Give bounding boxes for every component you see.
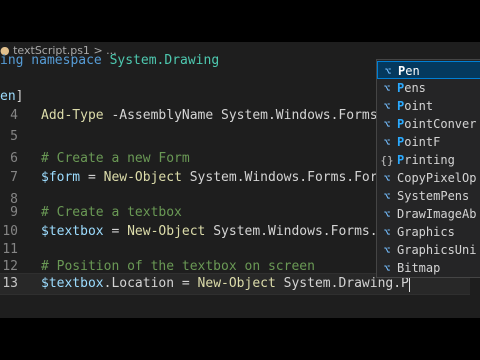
line-number: 13 (2, 276, 18, 291)
suggestion-label: PointConver (397, 117, 476, 131)
suggestion-text: SystemPens (397, 189, 470, 203)
suggestion-item[interactable]: ⌥ Pens (377, 79, 480, 97)
code-token: New-Object (127, 224, 206, 239)
class-icon: ⌥ (383, 172, 391, 185)
code-token: Add-Type (41, 108, 104, 123)
class-icon: ⌥ (383, 82, 391, 95)
suggestion-label: Pen (398, 64, 420, 78)
code-token: $form (41, 170, 81, 185)
suggestion-item[interactable]: ⌥ Point (377, 97, 480, 115)
code-token: System.Windows.Forms.Form (181, 170, 386, 185)
suggestion-text: ens (404, 81, 426, 95)
intellisense-suggestion-list[interactable]: ⌥ Pen ⌥ Pens ⌥ Point ⌥ PointConver ⌥ PointF{} Prin… (376, 59, 480, 278)
code-token: New-Object (197, 276, 276, 291)
suggestion-item[interactable]: ⌥ Bitmap (377, 259, 480, 277)
suggestion-item[interactable]: {} Printing (377, 151, 480, 169)
code-token: # Create a new Form (41, 151, 190, 166)
class-icon: ⌥ (383, 262, 391, 275)
suggestion-item[interactable]: ⌥ CopyPixelOp (377, 169, 480, 187)
code-line[interactable]: $form = New-Object System.Windows.Forms.… (41, 167, 385, 189)
video-frame: ● textScript.ps1 > ... ing namespace Sys… (0, 0, 480, 360)
class-icon: ⌥ (383, 208, 391, 221)
code-token: .Location = (103, 276, 198, 291)
suggestion-item[interactable]: ⌥ PointConver (377, 115, 480, 133)
suggestion-item[interactable]: ⌥ Pen (377, 61, 480, 79)
code-token: ing namespace (0, 53, 110, 68)
code-token: $textbox (41, 224, 104, 239)
class-icon: ⌥ (383, 100, 391, 113)
suggestion-label: Point (397, 99, 433, 113)
suggestion-text: en (405, 64, 420, 78)
code-token: New-Object (103, 170, 182, 185)
class-icon: ⌥ (383, 190, 391, 203)
suggestion-item[interactable]: ⌥ SystemPens (377, 187, 480, 205)
line-number: 4 (10, 108, 18, 123)
suggestion-item[interactable]: ⌥ Graphics (377, 223, 480, 241)
code-line[interactable]: Add-Type -AssemblyName System.Windows.Fo… (41, 105, 378, 127)
code-line[interactable]: ing namespace System.Drawing (0, 50, 219, 72)
class-icon: ⌥ (383, 244, 391, 257)
class-icon: ⌥ (383, 136, 391, 149)
class-icon: ⌥ (383, 226, 391, 239)
code-token: en (0, 89, 16, 104)
code-line[interactable]: $textbox = New-Object System.Windows.For… (41, 221, 409, 243)
suggestion-label: Graphics (397, 225, 455, 239)
suggestion-text: DrawImageAb (397, 207, 477, 221)
suggestion-text: ointF (404, 135, 441, 149)
suggestion-text: rinting (404, 153, 455, 167)
suggestion-label: DrawImageAb (397, 207, 476, 221)
code-token: # Create a textbox (41, 205, 182, 220)
line-number: 5 (10, 129, 18, 144)
namespace-icon: {} (380, 154, 394, 167)
code-token: = (80, 170, 104, 185)
suggestion-item[interactable]: ⌥ GraphicsUni (377, 241, 480, 259)
code-token: ] (15, 89, 24, 104)
code-token: System.Drawing.P (275, 276, 409, 291)
code-token: System.Drawing (109, 53, 220, 68)
suggestion-label: Printing (397, 153, 455, 167)
suggestion-text: Graphics (397, 225, 455, 239)
suggestion-item[interactable]: ⌥ DrawImageAb (377, 205, 480, 223)
suggestion-text: CopyPixelOp (397, 171, 477, 185)
code-token: $textbox (41, 276, 104, 291)
suggestion-label: GraphicsUni (397, 243, 476, 257)
suggestion-text: GraphicsUni (397, 243, 477, 257)
suggestion-text: ointConver (404, 117, 477, 131)
suggestion-label: CopyPixelOp (397, 171, 476, 185)
code-token: # Position of the textbox on screen (41, 259, 315, 274)
code-line[interactable]: $textbox.Location = New-Object System.Dr… (41, 273, 410, 295)
suggestion-label: Bitmap (397, 261, 440, 275)
suggestion-label: SystemPens (397, 189, 469, 203)
suggestion-text: oint (404, 99, 434, 113)
line-number: 7 (10, 170, 18, 185)
suggestion-label: Pens (397, 81, 426, 95)
code-token: -AssemblyName System.Windows.Forms (103, 108, 378, 123)
suggestion-label: PointF (397, 135, 440, 149)
suggestion-item[interactable]: ⌥ PointF (377, 133, 480, 151)
suggestion-text: Bitmap (397, 261, 441, 275)
class-icon: ⌥ (383, 118, 391, 131)
code-token: = (103, 224, 128, 239)
